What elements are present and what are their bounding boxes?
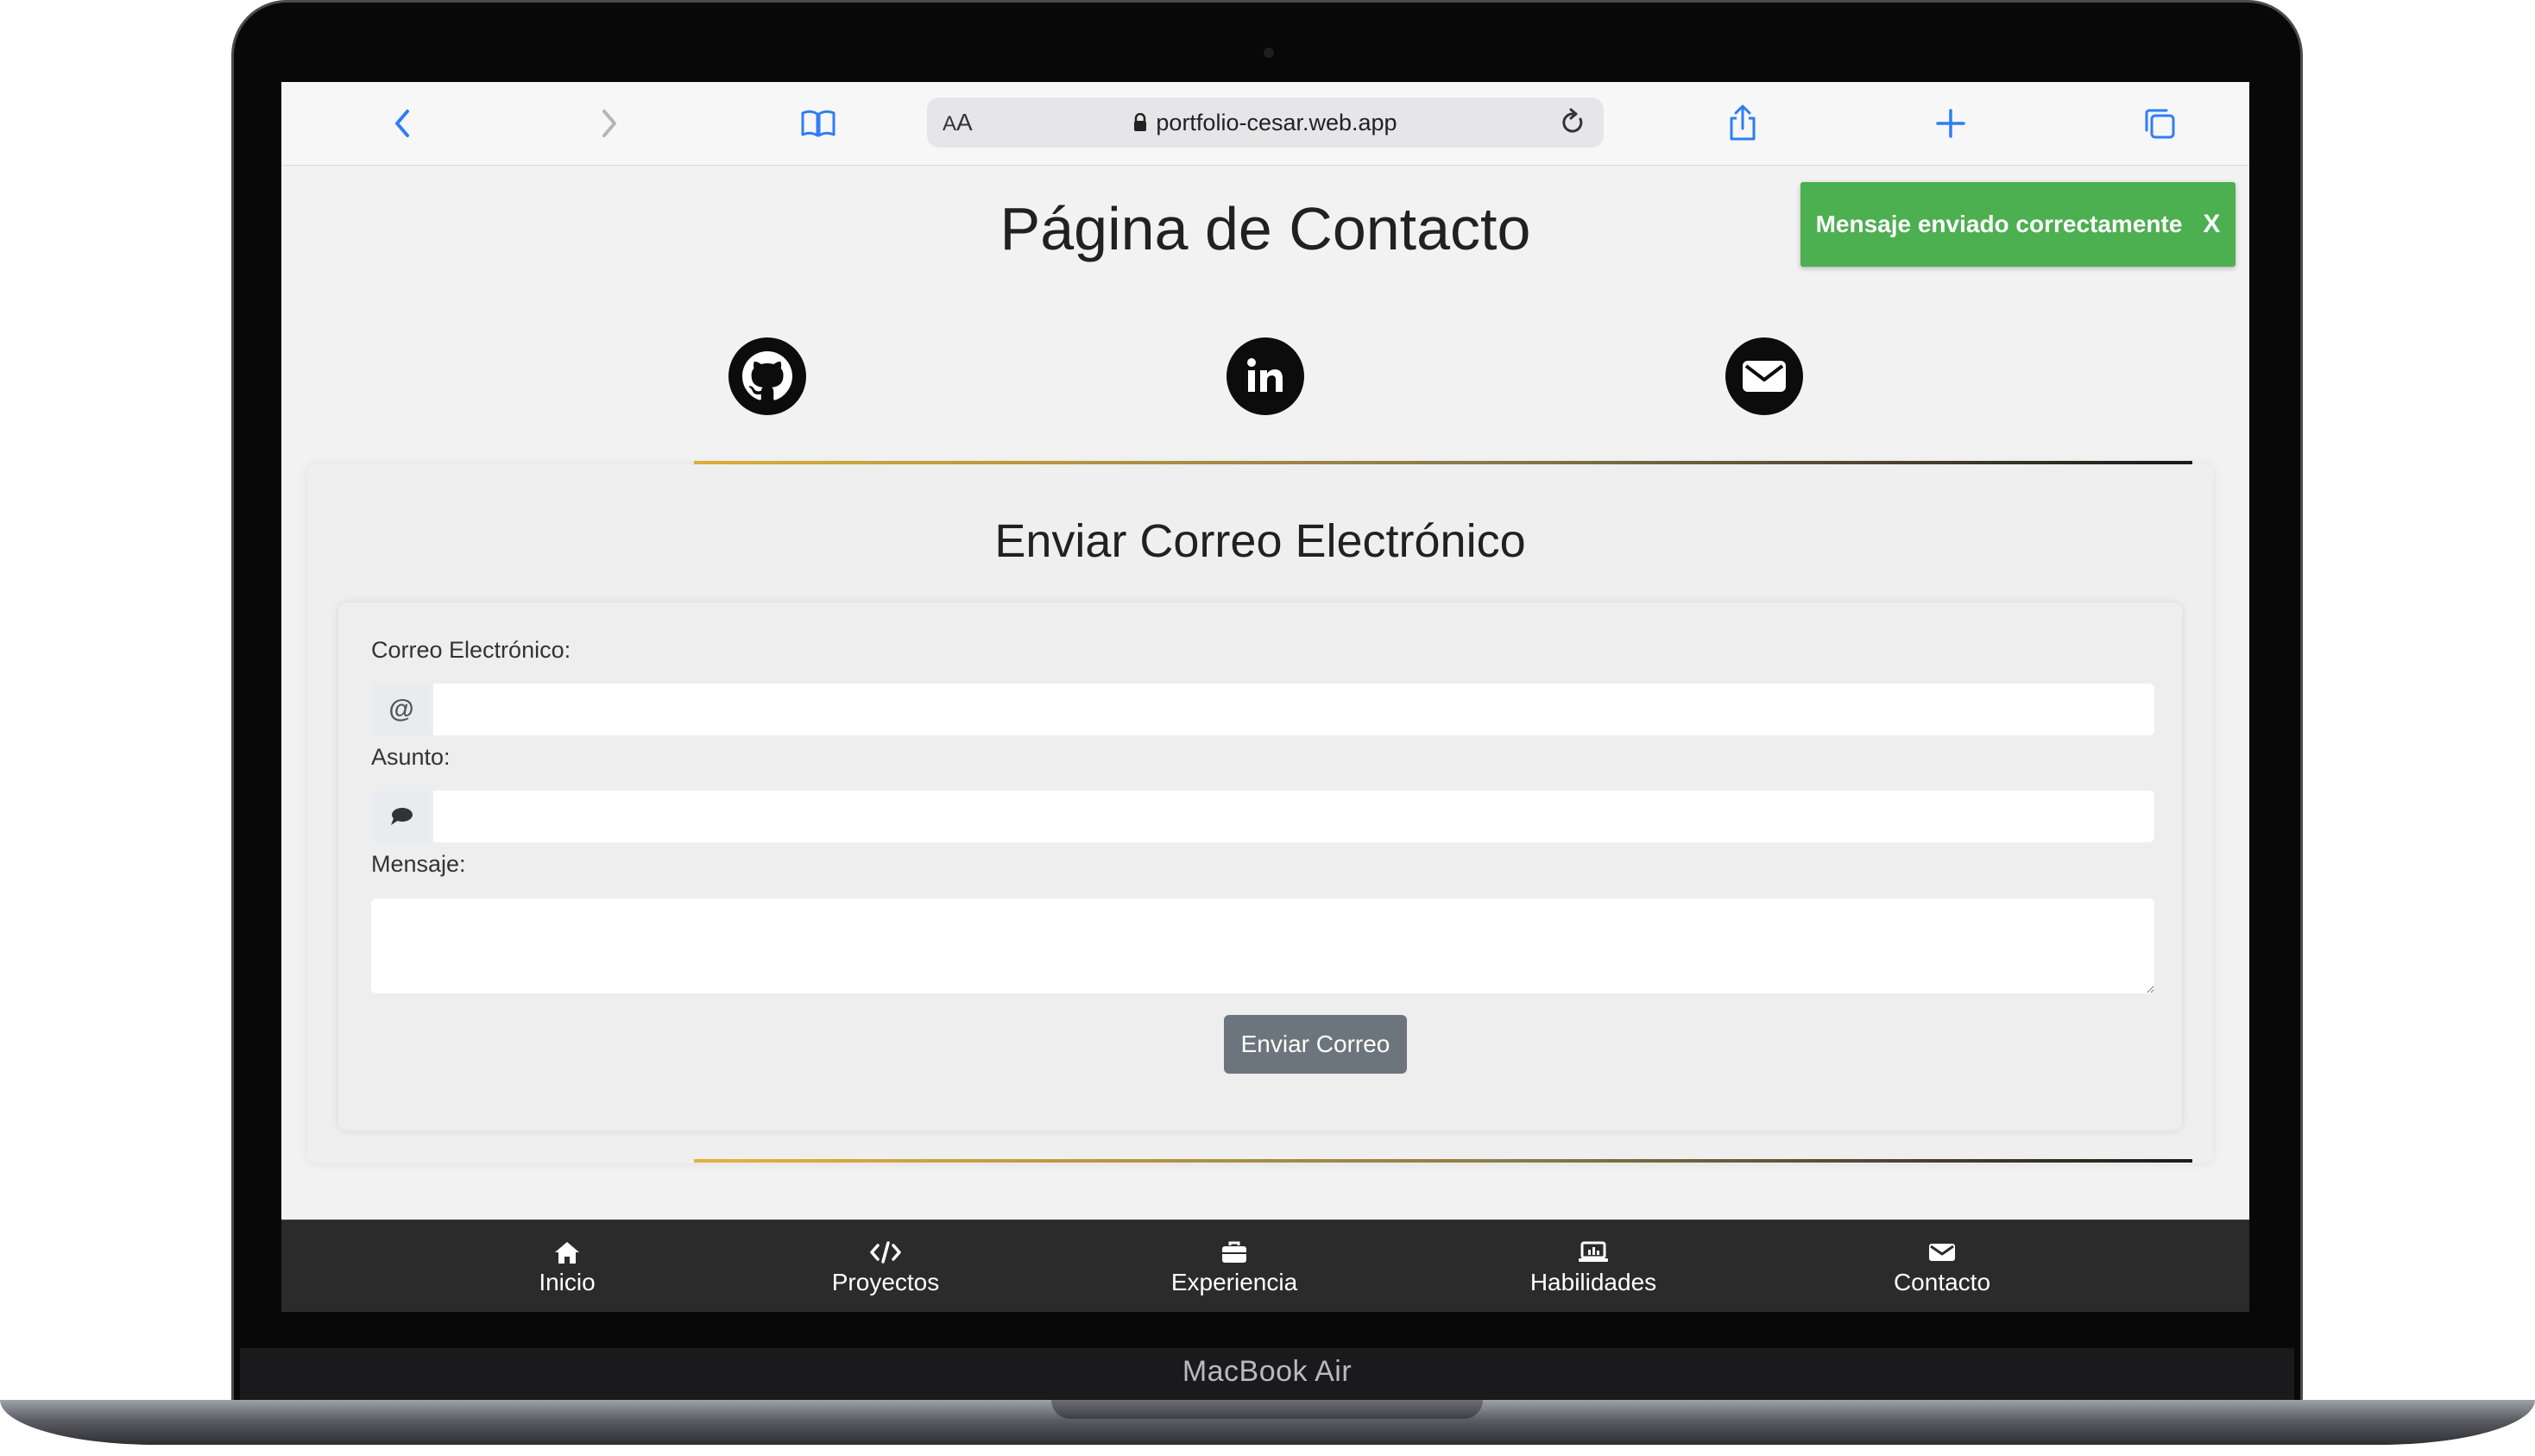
home-icon <box>553 1238 581 1267</box>
bottom-bezel: MacBook Air <box>240 1348 2294 1400</box>
browser-toolbar: AA portfolio-cesar.web.app <box>281 82 2249 166</box>
email-label: Correo Electrónico: <box>371 637 571 663</box>
tabs-icon[interactable] <box>2125 82 2194 165</box>
toast-message: Mensaje enviado correctamente <box>1815 211 2183 237</box>
send-email-button[interactable]: Enviar Correo <box>1224 1015 1407 1074</box>
subject-input-group <box>371 791 2154 842</box>
envelope-icon <box>1928 1238 1956 1267</box>
email-field[interactable] <box>433 684 2154 735</box>
at-sign-icon: @ <box>371 684 432 735</box>
envelope-icon[interactable] <box>1725 337 1803 415</box>
briefcase-icon <box>1220 1238 1248 1267</box>
contact-card: Enviar Correo Electrónico Correo Electró… <box>307 464 2213 1163</box>
lock-icon <box>1133 99 1147 149</box>
github-icon[interactable] <box>728 337 806 415</box>
bottom-nav: Inicio Proyectos Experiencia Habilidades… <box>281 1220 2249 1312</box>
share-icon[interactable] <box>1708 82 1777 165</box>
code-icon <box>869 1238 902 1267</box>
linkedin-icon[interactable] <box>1227 337 1304 415</box>
new-tab-icon[interactable] <box>1916 82 1985 165</box>
nav-label-contacto: Contacto <box>1893 1268 1991 1295</box>
reload-icon[interactable] <box>1554 98 1592 148</box>
laptop-icon <box>1578 1238 1609 1267</box>
nav-item-proyectos[interactable]: Proyectos <box>791 1220 981 1312</box>
contact-form: Correo Electrónico: @ Asunto: Mensaje: E… <box>338 602 2182 1131</box>
nav-item-contacto[interactable]: Contacto <box>1847 1220 2037 1312</box>
nav-item-experiencia[interactable]: Experiencia <box>1139 1220 1329 1312</box>
nav-item-habilidades[interactable]: Habilidades <box>1498 1220 1688 1312</box>
toast-close-button[interactable]: X <box>2203 210 2220 239</box>
accent-divider-bottom <box>694 1159 2192 1163</box>
form-title: Enviar Correo Electrónico <box>994 515 1526 567</box>
message-field[interactable] <box>371 898 2154 993</box>
nav-label-inicio: Inicio <box>539 1268 596 1295</box>
email-input-group: @ <box>371 684 2154 735</box>
speech-bubble-icon <box>371 791 432 842</box>
camera <box>1264 47 1274 58</box>
nav-label-proyectos: Proyectos <box>831 1268 940 1295</box>
device-label: MacBook Air <box>1182 1355 1353 1388</box>
subject-field[interactable] <box>433 791 2154 842</box>
subject-label: Asunto: <box>371 744 451 770</box>
laptop-notch <box>1051 1400 1483 1419</box>
screen: AA portfolio-cesar.web.app Página de Con… <box>281 82 2249 1312</box>
bookmarks-icon[interactable] <box>784 82 853 165</box>
nav-label-habilidades: Habilidades <box>1529 1268 1657 1295</box>
nav-label-experiencia: Experiencia <box>1170 1268 1298 1295</box>
address-bar[interactable]: AA portfolio-cesar.web.app <box>927 98 1604 148</box>
nav-item-inicio[interactable]: Inicio <box>472 1220 662 1312</box>
url-text: portfolio-cesar.web.app <box>1156 110 1397 136</box>
success-toast: Mensaje enviado correctamente X <box>1800 182 2235 267</box>
page-content: Página de Contacto Mensaje enviado corre… <box>281 165 2249 1312</box>
message-label: Mensaje: <box>371 851 466 877</box>
back-icon[interactable] <box>368 82 437 165</box>
url-display[interactable]: portfolio-cesar.web.app <box>927 98 1604 148</box>
forward-icon[interactable] <box>575 82 644 165</box>
